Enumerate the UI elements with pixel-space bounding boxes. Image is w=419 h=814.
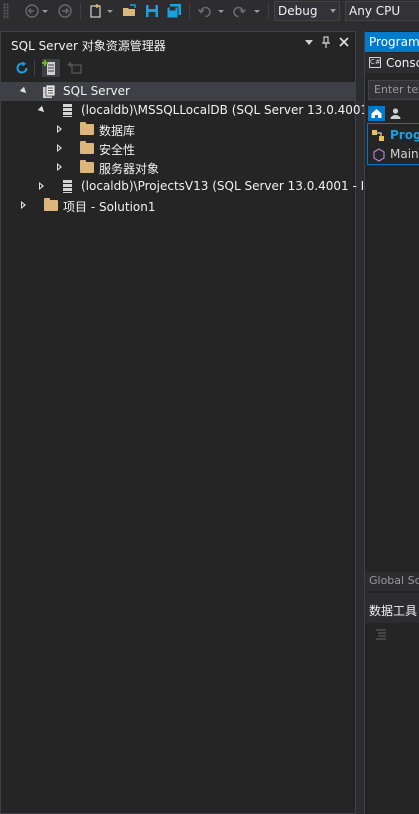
close-icon[interactable]: [339, 37, 349, 47]
collapsed-arrow-icon[interactable]: [39, 182, 44, 190]
global-section-header: Global Sc: [365, 572, 419, 591]
refresh-button[interactable]: [14, 60, 30, 76]
undo-icon: [198, 6, 211, 18]
sql-server-icon: [43, 84, 56, 98]
save-button[interactable]: [144, 2, 160, 20]
open-file-button[interactable]: [122, 2, 138, 20]
toolbar-grip[interactable]: [3, 3, 9, 19]
toolbar-separator: [189, 3, 190, 19]
tree-node-projectsv13[interactable]: (localdb)\ProjectsV13 (SQL Server 13.0.4…: [1, 177, 364, 196]
open-folder-icon: [123, 4, 136, 16]
tree-node-server-objects[interactable]: 服务器对象: [1, 158, 355, 177]
user-button[interactable]: [387, 106, 404, 121]
tree-node-security[interactable]: 安全性: [1, 139, 355, 158]
pin-icon[interactable]: [321, 36, 331, 48]
method-item-label[interactable]: Main: [390, 147, 419, 161]
right-tool-pane: Program C# Consc Enter tex Prog Main Glo…: [364, 31, 419, 814]
back-dropdown[interactable]: [41, 2, 49, 20]
folder-icon: [80, 141, 94, 154]
redo-button[interactable]: [231, 2, 247, 20]
navigate-back-button[interactable]: [24, 2, 40, 20]
data-tools-header: 数据工具: [365, 593, 419, 623]
sql-server-object-explorer-panel: SQL Server 对象资源管理器 SQL Server (localdb)\…: [0, 31, 368, 814]
method-icon: [373, 148, 385, 162]
solution-tab[interactable]: C# Consc: [365, 53, 419, 73]
forward-arrow-icon: [58, 4, 72, 18]
person-icon: [390, 108, 401, 119]
panel-title-controls: [305, 36, 349, 48]
home-button[interactable]: [368, 106, 385, 121]
chevron-down-icon: [218, 9, 224, 13]
save-all-button[interactable]: [166, 2, 182, 20]
sort-list-icon[interactable]: [374, 627, 388, 641]
platform-value: Any CPU: [349, 4, 401, 18]
folder-icon: [44, 198, 58, 211]
program-tab[interactable]: Program: [365, 32, 419, 52]
search-placeholder: Enter tex: [374, 83, 419, 96]
toolbar-separator: [80, 3, 81, 19]
expanded-arrow-icon[interactable]: [37, 105, 47, 115]
save-icon: [146, 5, 158, 17]
back-arrow-icon: [25, 4, 39, 18]
database-server-icon: [63, 180, 72, 193]
tab-title: Program: [369, 35, 419, 49]
stop-query-icon: [67, 62, 82, 74]
tree-node-mssqllocaldb[interactable]: (localdb)\MSSQLLocalDB (SQL Server 13.0.…: [1, 101, 368, 120]
toolbar-separator: [268, 3, 269, 19]
window-position-dropdown[interactable]: [305, 39, 313, 45]
panel-title: SQL Server 对象资源管理器: [11, 39, 166, 53]
tree-node-label: 项目 - Solution1: [63, 200, 156, 214]
folder-icon: [80, 160, 94, 173]
search-input[interactable]: Enter tex: [368, 80, 419, 100]
chevron-down-icon: [42, 9, 48, 13]
redo-dropdown[interactable]: [253, 2, 261, 20]
expanded-arrow-icon[interactable]: [19, 86, 29, 96]
database-server-icon: [63, 104, 72, 117]
chevron-down-icon: [107, 9, 113, 13]
solution-configuration-dropdown[interactable]: Debug: [274, 1, 340, 21]
class-icon: [372, 130, 384, 141]
save-all-icon: [166, 4, 181, 19]
add-sql-server-button[interactable]: [42, 59, 60, 77]
stop-button[interactable]: [67, 60, 83, 76]
data-tools-title: 数据工具: [369, 604, 418, 618]
chevron-down-icon: [330, 9, 336, 13]
navigate-forward-button[interactable]: [57, 2, 73, 20]
solution-platform-dropdown[interactable]: Any CPU: [345, 1, 419, 21]
new-project-button[interactable]: [88, 2, 104, 20]
refresh-icon: [16, 61, 28, 74]
tree-node-databases[interactable]: 数据库: [1, 120, 355, 139]
collapsed-arrow-icon[interactable]: [57, 163, 62, 171]
add-server-icon: [42, 60, 55, 75]
chevron-down-icon: [254, 9, 260, 13]
tab-label: Consc: [386, 56, 419, 70]
collapsed-arrow-icon[interactable]: [57, 125, 62, 133]
section-label: Global Sc: [369, 574, 419, 587]
undo-button[interactable]: [197, 2, 213, 20]
folder-icon: [80, 122, 94, 135]
tree-node-label: (localdb)\ProjectsV13 (SQL Server 13.0.4…: [81, 179, 365, 193]
main-toolbar: Debug Any CPU: [0, 0, 419, 22]
explorer-toolbar: [1, 56, 355, 80]
home-icon: [371, 109, 382, 118]
csharp-file-icon: C#: [369, 57, 381, 68]
configuration-value: Debug: [278, 4, 318, 18]
tree-node-sql-server[interactable]: SQL Server: [1, 82, 355, 101]
class-item-label[interactable]: Prog: [390, 128, 419, 142]
class-view-list: Prog Main: [367, 123, 419, 165]
pane-splitter[interactable]: [356, 22, 364, 814]
tree-node-label: 数据库: [99, 124, 136, 138]
tree-node-label: 服务器对象: [99, 162, 160, 176]
tree-node-label: 安全性: [99, 143, 136, 157]
collapsed-arrow-icon[interactable]: [57, 144, 62, 152]
collapsed-arrow-icon[interactable]: [21, 201, 26, 209]
new-project-dropdown[interactable]: [106, 2, 114, 20]
redo-icon: [233, 6, 246, 18]
tree-node-label: (localdb)\MSSQLLocalDB (SQL Server 13.0.…: [81, 103, 369, 117]
tree-node-projects[interactable]: 项目 - Solution1: [1, 196, 355, 215]
new-project-icon: [90, 4, 101, 18]
undo-dropdown[interactable]: [217, 2, 225, 20]
toolbar-separator: [34, 60, 35, 76]
tree-node-label: SQL Server: [63, 84, 130, 98]
